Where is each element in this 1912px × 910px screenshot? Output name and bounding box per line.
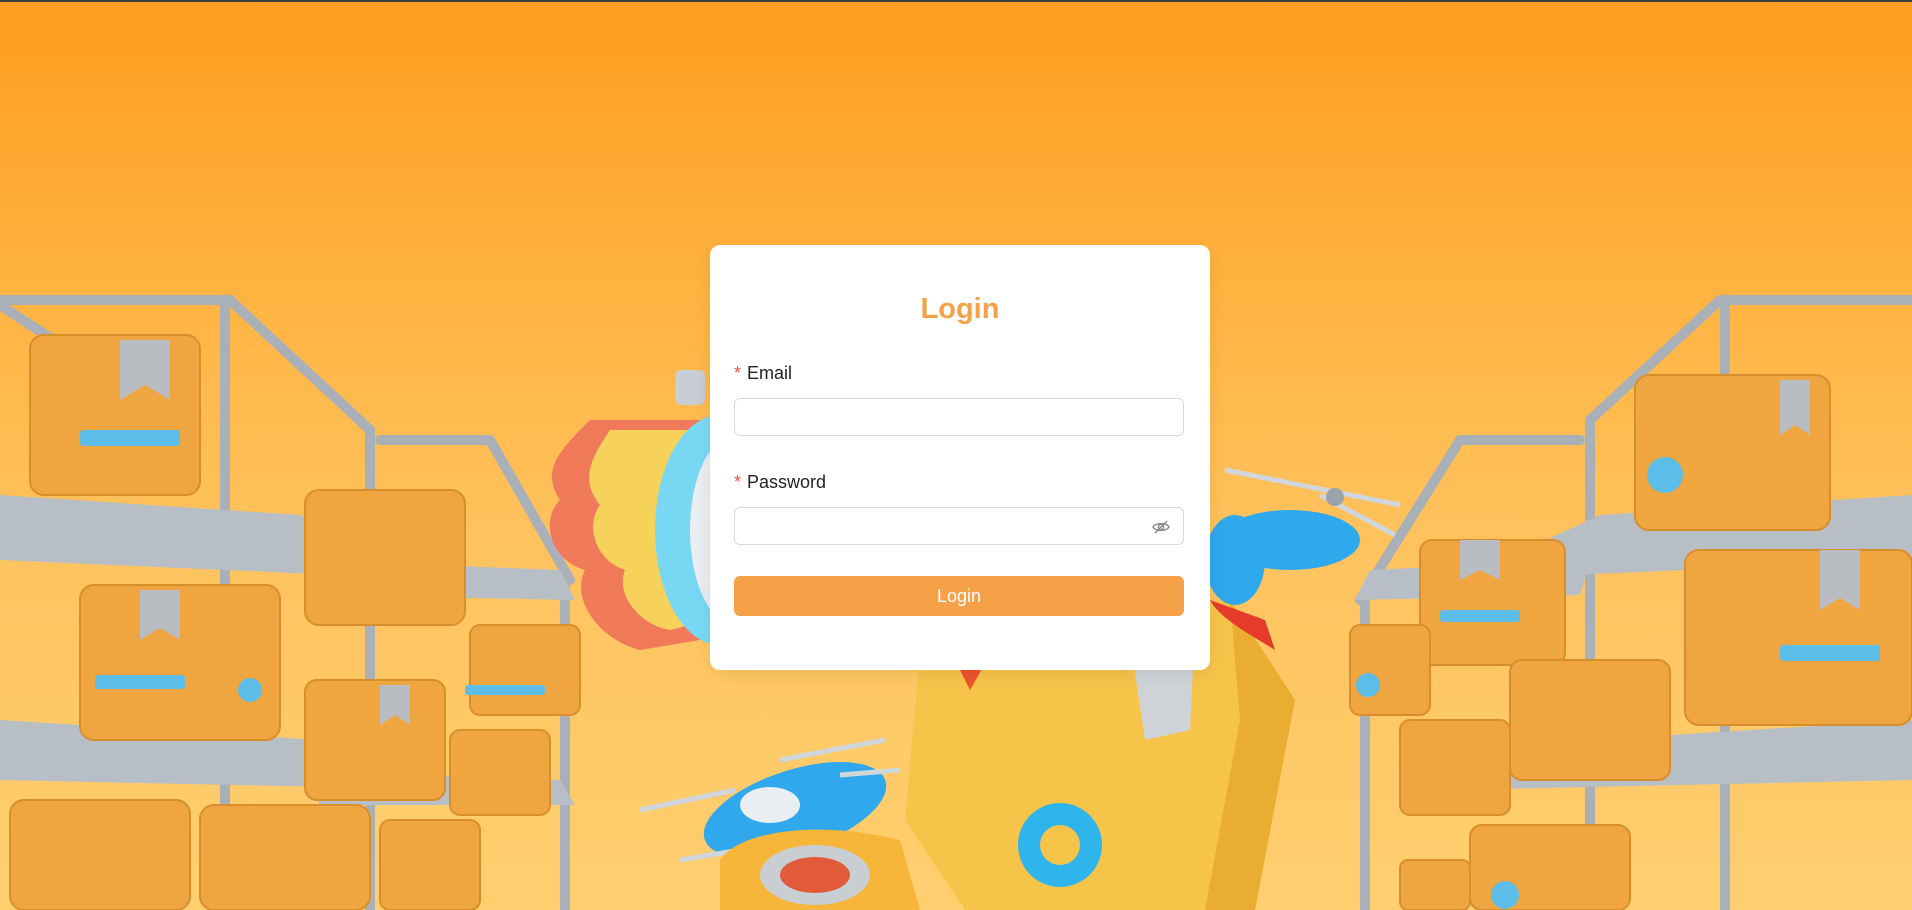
right-boxes — [1349, 374, 1912, 910]
login-button[interactable]: Login — [734, 576, 1184, 616]
email-required-mark: * — [734, 363, 742, 383]
email-label-text: Email — [747, 363, 793, 383]
password-required-mark: * — [734, 472, 742, 492]
password-field[interactable] — [734, 507, 1184, 545]
password-label: * Password — [734, 472, 826, 493]
login-title: Login — [920, 293, 1000, 325]
email-label: * Email — [734, 363, 792, 384]
left-boxes — [9, 334, 581, 910]
eye-slash-icon[interactable] — [1151, 517, 1171, 537]
password-label-text: Password — [747, 472, 827, 492]
password-input[interactable] — [735, 508, 1159, 544]
email-field[interactable] — [734, 398, 1184, 436]
small-parcel-box — [720, 829, 920, 910]
login-card: Login * Email * Password Login — [710, 245, 1210, 670]
email-input[interactable] — [735, 399, 1159, 435]
